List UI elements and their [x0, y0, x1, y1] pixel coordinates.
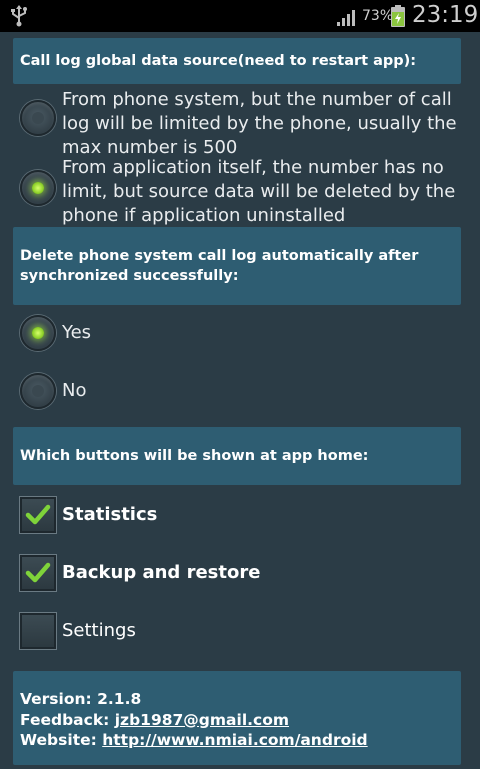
usb-icon — [11, 5, 27, 27]
option-label: From application itself, the number has … — [62, 157, 456, 226]
checkbox-unchecked[interactable] — [20, 613, 56, 649]
data-source-option-app[interactable]: From application itself, the number has … — [20, 156, 474, 228]
checkbox-backup-restore[interactable]: Backup and restore — [20, 555, 260, 591]
radio-button[interactable] — [20, 373, 56, 409]
checkbox-settings[interactable]: Settings — [20, 613, 136, 649]
radio-button-selected[interactable] — [20, 170, 56, 206]
battery-percent: 73% — [362, 8, 394, 24]
data-source-header: Call log global data source(need to rest… — [13, 38, 461, 84]
delete-option-no[interactable]: No — [20, 373, 86, 409]
feedback-email-link[interactable]: jzb1987@gmail.com — [115, 711, 289, 729]
checkbox-label: Settings — [62, 620, 136, 641]
option-label: From phone system, but the number of cal… — [62, 89, 457, 158]
delete-header: Delete phone system call log automatical… — [13, 227, 461, 305]
version-label: Version: 2.1.8 — [20, 690, 142, 708]
checkbox-label: Backup and restore — [62, 562, 261, 583]
option-label: No — [62, 380, 87, 401]
battery-charging-icon — [391, 5, 405, 27]
feedback-prefix: Feedback: — [20, 710, 115, 729]
checkbox-label: Statistics — [62, 504, 158, 525]
website-row: Website: http://www.nmiai.com/android — [20, 730, 461, 751]
option-label: Yes — [62, 322, 92, 343]
website-prefix: Website: — [20, 731, 103, 749]
buttons-header: Which buttons will be shown at app home: — [13, 427, 461, 485]
about-panel: Version: 2.1.8 Feedback: jzb1987@gmail.c… — [13, 671, 461, 765]
checkbox-checked[interactable] — [20, 555, 56, 591]
radio-button[interactable] — [20, 100, 56, 136]
checkbox-checked[interactable] — [20, 497, 56, 533]
website-link[interactable]: http://www.nmiai.com/android — [102, 731, 367, 749]
signal-icon — [337, 10, 355, 26]
check-icon — [25, 562, 51, 583]
delete-option-yes[interactable]: Yes — [20, 315, 91, 351]
check-icon — [25, 504, 51, 525]
radio-button-selected[interactable] — [20, 315, 56, 351]
checkbox-statistics[interactable]: Statistics — [20, 497, 157, 533]
data-source-option-phone[interactable]: From phone system, but the number of cal… — [20, 88, 470, 160]
clock: 23:19 — [412, 2, 479, 28]
feedback-row: Feedback: jzb1987@gmail.com — [20, 710, 461, 731]
status-bar: 73% 23:19 — [0, 0, 480, 32]
